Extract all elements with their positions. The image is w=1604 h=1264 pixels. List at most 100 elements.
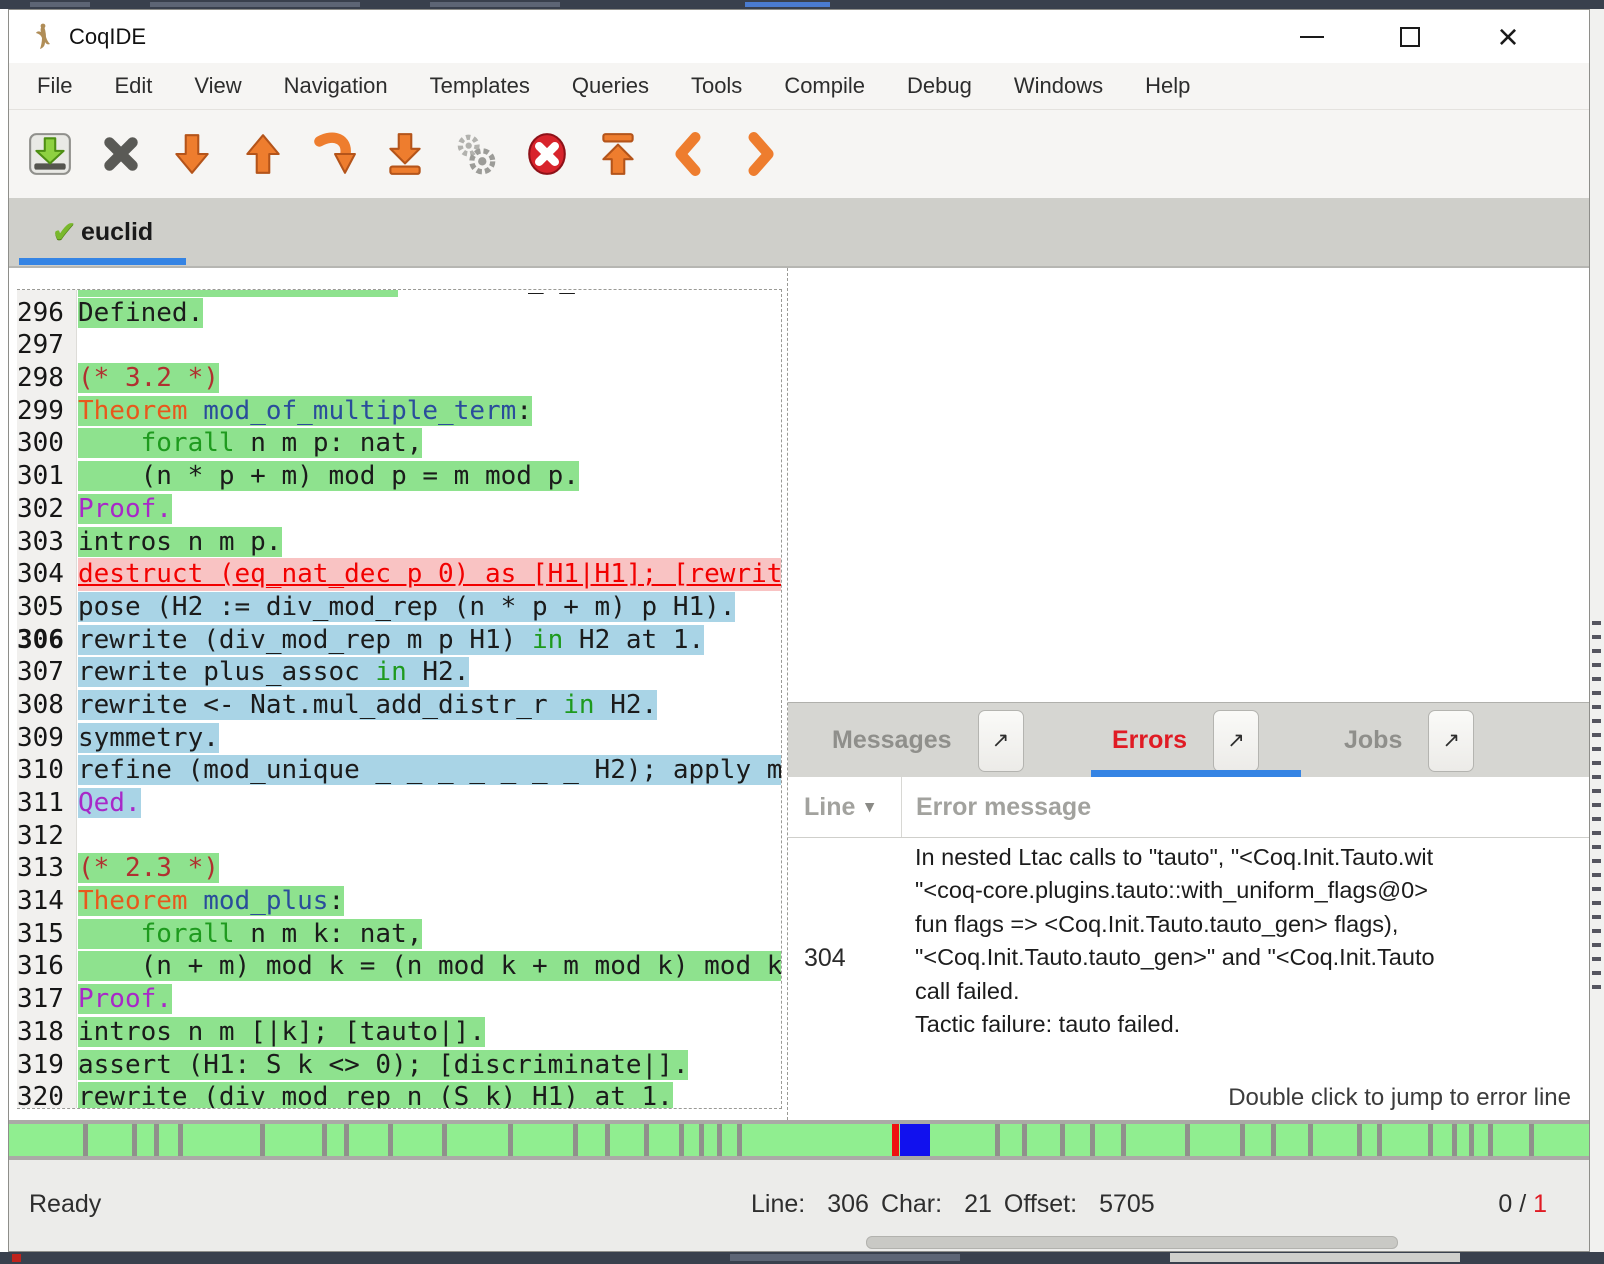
- sentence-boundary-tick: [132, 1124, 137, 1156]
- menu-item-edit[interactable]: Edit: [114, 73, 152, 99]
- error-message-text: In nested Ltac calls to "tauto", "<Coq.I…: [901, 838, 1589, 1078]
- sentence-boundary-tick: [699, 1124, 704, 1156]
- step-forward-button[interactable]: [167, 129, 217, 179]
- sentence-boundary-tick: [717, 1124, 722, 1156]
- menu-item-compile[interactable]: Compile: [784, 73, 865, 99]
- menu-item-navigation[interactable]: Navigation: [284, 73, 388, 99]
- line-number: 296: [17, 297, 69, 330]
- code-line-305: 305pose (H2 := div_mod_rep (n * p + m) p…: [17, 591, 781, 624]
- upbar-icon: [595, 131, 641, 177]
- tab-errors[interactable]: Errors ↗: [1112, 703, 1259, 778]
- detach-jobs-button[interactable]: ↗: [1428, 710, 1474, 772]
- go-to-cursor-button[interactable]: [309, 129, 359, 179]
- save-button[interactable]: [25, 129, 75, 179]
- sentence-boundary-tick: [1452, 1124, 1457, 1156]
- line-text: refine (mod_unique _ _ _ _ _ _ _ H2); ap…: [78, 754, 781, 787]
- goal-panel[interactable]: [788, 268, 1589, 702]
- line-text: forall n m p: nat,: [78, 427, 781, 460]
- close-icon: ×: [1497, 23, 1518, 51]
- tab-messages[interactable]: Messages ↗: [832, 703, 1024, 778]
- code-line-297: 297: [17, 329, 781, 362]
- fully-check-button[interactable]: [451, 129, 501, 179]
- menu-item-queries[interactable]: Queries: [572, 73, 649, 99]
- detach-errors-button[interactable]: ↗: [1213, 710, 1259, 772]
- save-icon: [27, 131, 73, 177]
- line-number: 315: [17, 918, 69, 951]
- check-icon: ✔: [52, 215, 77, 250]
- column-header-line[interactable]: Line ▾: [788, 793, 901, 822]
- background-red-mark: [12, 1254, 21, 1262]
- gears-icon: [453, 131, 499, 177]
- line-number: 317: [17, 983, 69, 1016]
- sentence-boundary-tick: [322, 1124, 327, 1156]
- go-to-end-button[interactable]: [380, 129, 430, 179]
- minimize-button[interactable]: [1297, 22, 1327, 52]
- detach-icon: ↗: [1443, 728, 1461, 753]
- background-window-top-strip: [0, 0, 1604, 9]
- horizontal-scrollbar[interactable]: [866, 1236, 1398, 1249]
- sentence-boundary-tick: [442, 1124, 447, 1156]
- line-number: 316: [17, 950, 69, 983]
- sentence-boundary-tick: [1357, 1124, 1362, 1156]
- step-backward-button[interactable]: [238, 129, 288, 179]
- errors-table-header: Line ▾ Error message: [788, 777, 1589, 838]
- menu-item-file[interactable]: File: [37, 73, 72, 99]
- column-header-error-message[interactable]: Error message: [902, 793, 1091, 822]
- line-text: [78, 329, 781, 362]
- background-window-right-strip: [1590, 9, 1604, 1252]
- menu-item-view[interactable]: View: [194, 73, 241, 99]
- line-text: Proof.: [78, 983, 781, 1016]
- script-editor-pane[interactable]: 295_ _296Defined.297298(* 3.2 *)299Theor…: [11, 268, 783, 1120]
- menu-item-help[interactable]: Help: [1145, 73, 1190, 99]
- close-button[interactable]: [96, 129, 146, 179]
- error-message-line: fun flags => <Coq.Init.Tauto.tauto_gen> …: [915, 908, 1589, 941]
- sentence-boundary-tick: [1271, 1124, 1276, 1156]
- coqide-window: CoqIDE × FileEditViewNavigationTemplates…: [8, 9, 1590, 1252]
- line-text: rewrite (div_mod_rep m p H1) in H2 at 1.: [78, 624, 781, 657]
- char-value: 21: [964, 1190, 992, 1219]
- script-editor-viewport[interactable]: 295_ _296Defined.297298(* 3.2 *)299Theor…: [17, 289, 782, 1109]
- menu-item-tools[interactable]: Tools: [691, 73, 742, 99]
- sentence-boundary-tick: [1488, 1124, 1493, 1156]
- sentence-boundary-tick: [1469, 1124, 1474, 1156]
- sentence-boundary-tick: [1240, 1124, 1245, 1156]
- background-text-fragment: [730, 1254, 960, 1261]
- close-button[interactable]: ×: [1493, 22, 1523, 52]
- line-number: 314: [17, 885, 69, 918]
- line-number: 311: [17, 787, 69, 820]
- interrupt-button[interactable]: [522, 129, 572, 179]
- line-number: 308: [17, 689, 69, 722]
- tab-jobs[interactable]: Jobs ↗: [1344, 703, 1474, 778]
- code-line-295: 295_ _: [17, 289, 781, 297]
- line-number: 301: [17, 460, 69, 493]
- line-number: 312: [17, 820, 69, 853]
- error-row[interactable]: 304 In nested Ltac calls to "tauto", "<C…: [788, 838, 1589, 1078]
- sentence-boundary-tick: [1060, 1124, 1065, 1156]
- menu-item-templates[interactable]: Templates: [430, 73, 530, 99]
- sentence-boundary-tick: [1428, 1124, 1433, 1156]
- proof-and-messages-pane: Messages ↗ Errors ↗ Jobs ↗ Line ▾: [787, 268, 1589, 1120]
- next-button[interactable]: [735, 129, 785, 179]
- counter-errors: 1: [1533, 1190, 1547, 1218]
- line-value: 306: [827, 1190, 869, 1219]
- menu-item-windows[interactable]: Windows: [1014, 73, 1103, 99]
- error-message-header-label: Error message: [916, 793, 1091, 821]
- maximize-button[interactable]: [1395, 22, 1425, 52]
- menu-item-debug[interactable]: Debug: [907, 73, 972, 99]
- code-line-315: 315 forall n m k: nat,: [17, 918, 781, 951]
- line-number: 300: [17, 427, 69, 460]
- code-line-301: 301 (n * p + m) mod p = m mod p.: [17, 460, 781, 493]
- previous-button[interactable]: [664, 129, 714, 179]
- stop-icon: [524, 131, 570, 177]
- line-number: 306: [17, 624, 69, 657]
- document-progress-bar: [9, 1120, 1589, 1160]
- line-number: 302: [17, 493, 69, 526]
- detach-messages-button[interactable]: ↗: [978, 710, 1024, 772]
- minimize-icon: [1300, 36, 1324, 38]
- code-line-312: 312: [17, 820, 781, 853]
- error-message-line: "<coq-core.plugins.tauto::with_uniform_f…: [915, 874, 1589, 907]
- code-line-311: 311Qed.: [17, 787, 781, 820]
- tab-euclid[interactable]: ✔ euclid: [19, 198, 186, 266]
- go-to-start-button[interactable]: [593, 129, 643, 179]
- sentence-boundary-tick: [679, 1124, 684, 1156]
